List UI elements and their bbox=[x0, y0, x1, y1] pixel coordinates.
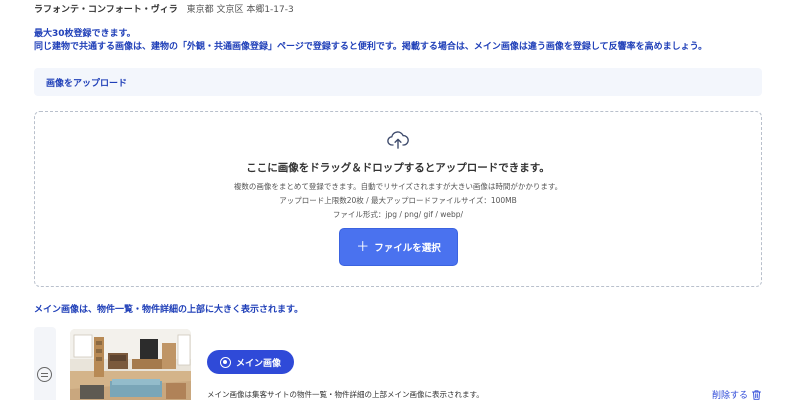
cloud-upload-icon bbox=[387, 131, 409, 149]
property-address: 東京都 文京区 本郷1-17-3 bbox=[186, 5, 294, 15]
drag-handle[interactable] bbox=[34, 327, 56, 400]
upload-section-header: 画像をアップロード bbox=[34, 68, 762, 96]
image-dropzone[interactable]: ここに画像をドラッグ＆ドロップするとアップロードできます。 複数の画像をまとめて… bbox=[34, 111, 762, 287]
dropzone-info-limits: アップロード上限数20枚 / 最大アップロードファイルサイズ：100MB bbox=[279, 196, 517, 205]
property-header: ラフォンテ・コンフォート・ヴィラ 東京都 文京区 本郷1-17-3 bbox=[34, 2, 294, 15]
upload-section-title: 画像をアップロード bbox=[46, 78, 128, 89]
plus-icon: ＋ bbox=[356, 239, 370, 255]
main-image-badge-label: メイン画像 bbox=[235, 358, 281, 369]
notice-line-2: 同じ建物で共通する画像は、建物の「外観・共通画像登録」ページで登録すると便利です… bbox=[34, 42, 708, 52]
trash-icon bbox=[752, 389, 761, 400]
dropzone-info-formats: ファイル形式：jpg / png/ gif / webp/ bbox=[332, 210, 464, 219]
main-image-badge[interactable]: メイン画像 bbox=[207, 350, 294, 374]
radio-selected-icon bbox=[219, 356, 231, 368]
upload-notice: 最大30枚登録できます。 同じ建物で共通する画像は、建物の「外観・共通画像登録」… bbox=[34, 28, 707, 54]
select-file-button[interactable]: ＋ ファイルを選択 bbox=[339, 228, 458, 266]
main-image-description: メイン画像は集客サイトの物件一覧・物件詳細の上部メイン画像に表示されます。 bbox=[207, 390, 484, 399]
select-file-label: ファイルを選択 bbox=[374, 243, 441, 254]
image-thumbnail bbox=[70, 329, 191, 400]
delete-image-link[interactable]: 削除する bbox=[712, 388, 761, 400]
drag-handle-icon bbox=[37, 367, 52, 382]
main-image-note: メイン画像は、物件一覧・物件詳細の上部に大きく表示されます。 bbox=[34, 305, 304, 315]
notice-line-1: 最大30枚登録できます。 bbox=[34, 29, 136, 39]
dropzone-title: ここに画像をドラッグ＆ドロップするとアップロードできます。 bbox=[246, 162, 550, 174]
dropzone-info-bulk: 複数の画像をまとめて登録できます。自動でリサイズされますが大きい画像は時間がかか… bbox=[233, 182, 563, 191]
delete-image-label: 削除する bbox=[712, 391, 749, 400]
property-name: ラフォンテ・コンフォート・ヴィラ bbox=[34, 5, 178, 15]
